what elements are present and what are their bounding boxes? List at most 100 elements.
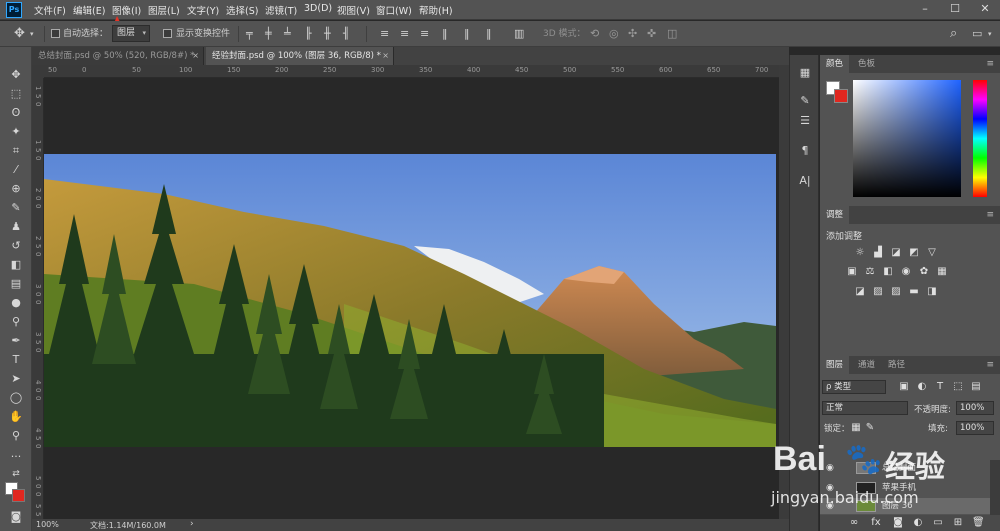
menu-layer[interactable]: 图层(L) xyxy=(148,3,180,17)
menu-view[interactable]: 视图(V) xyxy=(337,3,370,17)
history-brush-icon[interactable]: ↺ xyxy=(0,237,32,255)
more-tools-icon[interactable]: ··· xyxy=(0,448,32,466)
layer-row-selected[interactable]: ◉ 图层 36 xyxy=(820,498,990,514)
curves-icon[interactable]: ◪ xyxy=(890,247,902,259)
magic-wand-icon[interactable]: ✦ xyxy=(0,123,32,141)
workspace-icon[interactable]: ▭ xyxy=(972,27,982,41)
add-mask-icon[interactable]: ◙ xyxy=(892,517,904,529)
tab-swatches[interactable]: 色板 xyxy=(852,55,881,73)
character-icon[interactable]: A| xyxy=(790,171,820,191)
eyedropper-icon[interactable]: ⁄ xyxy=(0,161,32,179)
quick-mask-icon[interactable]: ◙ xyxy=(0,508,32,526)
vertical-scrollbar[interactable] xyxy=(779,65,789,519)
panel-menu-icon[interactable]: ≡ xyxy=(986,206,994,224)
color-lookup-icon[interactable]: ▦ xyxy=(936,266,948,278)
landscape-image[interactable] xyxy=(44,154,776,447)
properties-icon[interactable]: ☰ xyxy=(790,111,820,131)
delete-layer-icon[interactable]: 🗑 xyxy=(972,517,985,529)
auto-align-icon[interactable]: ▥ xyxy=(514,27,524,41)
color-field[interactable] xyxy=(853,80,961,197)
hue-saturation-icon[interactable]: ▣ xyxy=(846,266,858,278)
selective-color-icon[interactable]: ◨ xyxy=(926,286,938,298)
dodge-tool-icon[interactable]: ⚲ xyxy=(0,313,32,331)
menu-file[interactable]: 文件(F) xyxy=(34,3,66,17)
minimize-button[interactable]: – xyxy=(910,0,940,20)
tab-paths[interactable]: 路径 xyxy=(882,356,911,374)
align-left-icon[interactable]: ╟ xyxy=(305,27,312,41)
background-color-swatch[interactable] xyxy=(834,89,848,103)
filter-type-icon[interactable]: T xyxy=(934,381,946,393)
panel-menu-icon[interactable]: ≡ xyxy=(986,55,994,73)
move-tool-icon[interactable]: ✥ xyxy=(14,27,25,41)
pen-tool-icon[interactable]: ✒ xyxy=(0,332,32,350)
show-transform-checkbox[interactable] xyxy=(163,29,172,38)
move-tool-icon[interactable]: ✥ xyxy=(0,66,32,84)
menu-edit[interactable]: 编辑(E) xyxy=(73,3,105,17)
lock-transparent-icon[interactable]: ▦ xyxy=(850,422,862,434)
invert-icon[interactable]: ◪ xyxy=(854,286,866,298)
type-tool-icon[interactable]: T xyxy=(0,351,32,369)
link-layers-icon[interactable]: ∞ xyxy=(848,517,860,529)
panel-menu-icon[interactable]: ≡ xyxy=(986,356,994,374)
align-bottom-icon[interactable]: ╧ xyxy=(284,27,291,41)
3d-pan-icon[interactable]: ✣ xyxy=(628,27,637,41)
new-layer-icon[interactable]: ⊞ xyxy=(952,517,964,529)
chevron-down-icon[interactable]: ▾ xyxy=(988,27,992,41)
brush-settings-icon[interactable]: ✎ xyxy=(790,91,820,111)
tab-adjustments[interactable]: 调整 xyxy=(820,206,850,224)
menu-filter[interactable]: 滤镜(T) xyxy=(265,3,297,17)
align-right-icon[interactable]: ╢ xyxy=(343,27,350,41)
distribute-top-icon[interactable]: ≡ xyxy=(380,27,389,41)
align-hcenter-icon[interactable]: ╫ xyxy=(324,27,331,41)
shape-tool-icon[interactable]: ◯ xyxy=(0,389,32,407)
tab-summary-cover[interactable]: 总结封面.psd @ 50% (520, RGB/8#) * × xyxy=(32,47,204,65)
levels-icon[interactable]: ▟ xyxy=(872,247,884,259)
layers-scrollbar[interactable] xyxy=(990,460,1000,515)
tab-layers[interactable]: 图层 xyxy=(820,356,850,374)
3d-roll-icon[interactable]: ◎ xyxy=(609,27,619,41)
gradient-tool-icon[interactable]: ▤ xyxy=(0,275,32,293)
chevron-right-icon[interactable]: › xyxy=(190,519,194,529)
eye-icon[interactable]: ◉ xyxy=(826,460,834,476)
tab-channels[interactable]: 通道 xyxy=(852,356,881,374)
filter-shape-icon[interactable]: ⬚ xyxy=(952,381,964,393)
layer-row[interactable]: ◉ 总结封面 xyxy=(820,460,990,476)
3d-rotate-icon[interactable]: ⟲ xyxy=(590,27,599,41)
menu-type[interactable]: 文字(Y) xyxy=(187,3,219,17)
close-window-button[interactable]: ✕ xyxy=(970,0,1000,20)
align-vcenter-icon[interactable]: ╪ xyxy=(265,27,272,41)
zoom-tool-icon[interactable]: ⚲ xyxy=(0,427,32,445)
menu-window[interactable]: 窗口(W) xyxy=(376,3,412,17)
channel-mixer-icon[interactable]: ✿ xyxy=(918,266,930,278)
paragraph-icon[interactable]: ¶ xyxy=(790,141,820,161)
maximize-button[interactable]: ☐ xyxy=(940,0,970,20)
eraser-tool-icon[interactable]: ◧ xyxy=(0,256,32,274)
healing-brush-icon[interactable]: ⊕ xyxy=(0,180,32,198)
hue-slider[interactable] xyxy=(973,80,987,197)
close-icon[interactable]: × xyxy=(192,47,199,65)
fill-input[interactable]: 100% xyxy=(956,421,994,435)
posterize-icon[interactable]: ▨ xyxy=(872,286,884,298)
threshold-icon[interactable]: ▨ xyxy=(890,286,902,298)
crop-tool-icon[interactable]: ⌗ xyxy=(0,142,32,160)
history-icon[interactable]: ▦ xyxy=(790,63,820,83)
auto-select-checkbox[interactable] xyxy=(51,29,60,38)
tab-experience-cover[interactable]: 经验封面.psd @ 100% (图层 36, RGB/8) * × xyxy=(206,47,394,65)
marquee-tool-icon[interactable]: ⬚ xyxy=(0,85,32,103)
close-icon[interactable]: × xyxy=(382,47,389,65)
swap-colors-icon[interactable]: ⇄ xyxy=(0,465,32,483)
filter-pixel-icon[interactable]: ▣ xyxy=(898,381,910,393)
distribute-hcenter-icon[interactable]: ‖ xyxy=(464,27,470,41)
photo-filter-icon[interactable]: ◉ xyxy=(900,266,912,278)
black-white-icon[interactable]: ◧ xyxy=(882,266,894,278)
path-select-icon[interactable]: ➤ xyxy=(0,370,32,388)
distribute-right-icon[interactable]: ‖ xyxy=(486,27,492,41)
tab-color[interactable]: 颜色 xyxy=(820,55,850,73)
3d-scale-icon[interactable]: ◫ xyxy=(667,27,677,41)
filter-adjust-icon[interactable]: ◐ xyxy=(916,381,928,393)
new-adjustment-icon[interactable]: ◐ xyxy=(912,517,924,529)
align-top-icon[interactable]: ╤ xyxy=(246,27,253,41)
distribute-bottom-icon[interactable]: ≡ xyxy=(420,27,429,41)
menu-select[interactable]: 选择(S) xyxy=(226,3,258,17)
search-icon[interactable]: ⌕ xyxy=(950,27,957,41)
